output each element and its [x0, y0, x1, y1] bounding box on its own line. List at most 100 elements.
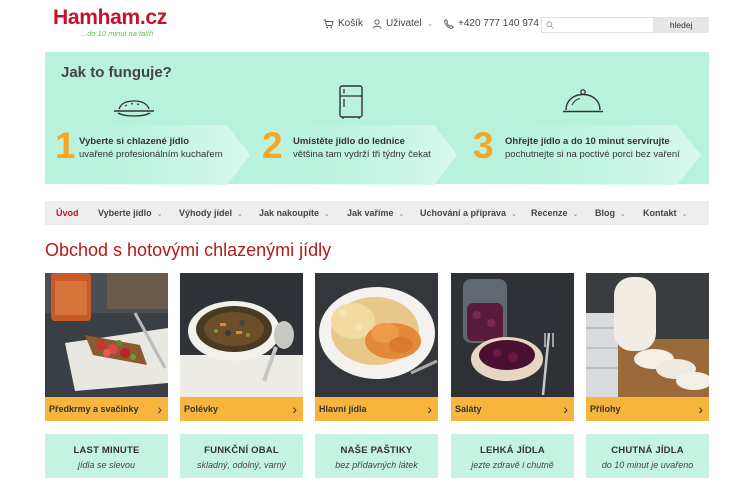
chevron-right-icon: › — [698, 401, 703, 417]
promo-subtitle: jezte zdravě i chutně — [471, 460, 554, 470]
promo-subtitle: skladný, odolný, varný — [196, 460, 287, 470]
logo-title: Hamham.cz — [53, 6, 168, 29]
chevron-down-icon: ⌄ — [156, 211, 163, 218]
logo-subtitle: ...do 10 minut na talíři — [81, 29, 154, 38]
nav-item-label: Vyberte jídlo — [98, 208, 152, 218]
nav-item-vyhody-jidel[interactable]: Výhody jídel ⌄ — [179, 208, 243, 218]
nav-item-vyberte-jidlo[interactable]: Vyberte jídlo ⌄ — [98, 208, 163, 218]
category-bar: Saláty › — [451, 397, 574, 421]
promo-title: CHUTNÁ JÍDLA — [611, 445, 684, 456]
promo-subtitle: bez přídavných látek — [335, 460, 418, 470]
plate-icon — [114, 100, 154, 117]
phone-link[interactable]: +420 777 140 974 — [444, 18, 539, 29]
category-label: Polévky — [184, 404, 219, 414]
promo-chutna-jidla[interactable]: CHUTNÁ JÍDLA do 10 minut je uvařeno — [586, 434, 709, 478]
nav-item-blog[interactable]: Blog ⌄ — [595, 208, 626, 218]
category-photo — [180, 273, 303, 397]
search-input[interactable] — [542, 21, 652, 35]
nav-item-uvod[interactable]: Úvod — [56, 208, 79, 218]
nav-item-label: Kontakt — [643, 208, 677, 218]
category-label: Hlavní jídla — [319, 404, 367, 414]
search-button[interactable]: hledej — [653, 17, 709, 33]
category-bar: Přílohy › — [586, 397, 709, 421]
step-number: 2 — [262, 125, 283, 166]
promo-title: NAŠE PAŠTIKY — [340, 445, 413, 456]
chevron-right-icon: › — [292, 401, 297, 417]
nav-item-jak-varime[interactable]: Jak vaříme ⌄ — [347, 208, 404, 218]
category-label: Předkrmy a svačinky — [49, 404, 139, 414]
promo-funkcni-obal[interactable]: FUNKČNÍ OBAL skladný, odolný, varný — [180, 434, 303, 478]
nav-item-recenze[interactable]: Recenze ⌄ — [531, 208, 578, 218]
chevron-down-icon: ⌄ — [572, 211, 579, 218]
how-it-works-banner: Jak to funguje? 1 Vyberte si chlazené jí… — [45, 52, 709, 185]
nav-item-uchovani-a-priprava[interactable]: Uchování a příprava ⌄ — [420, 208, 517, 218]
promo-nase-pastiky[interactable]: NAŠE PAŠTIKY bez přídavných látek — [315, 434, 438, 478]
nav-item-label: Jak nakoupíte — [259, 208, 320, 218]
cart-link[interactable]: Košík — [323, 18, 363, 29]
category-photo — [451, 273, 574, 397]
category-label: Saláty — [455, 404, 482, 414]
phone-number: +420 777 140 974 — [458, 18, 539, 29]
phone-icon — [444, 18, 454, 29]
chevron-down-icon: ⌄ — [237, 211, 243, 218]
search-bar: hledej — [541, 17, 709, 35]
user-label: Uživatel — [386, 18, 422, 29]
promo-last-minute[interactable]: LAST MINUTE jídla se slevou — [45, 434, 168, 478]
nav-item-kontakt[interactable]: Kontakt ⌄ — [643, 208, 687, 218]
fridge-icon — [339, 85, 363, 119]
category-label: Přílohy — [590, 404, 621, 414]
cloche-icon — [563, 89, 603, 113]
promo-subtitle: jídla se slevou — [77, 460, 136, 470]
promo-title: LEHKÁ JÍDLA — [479, 445, 545, 456]
nav-item-jak-nakoupite[interactable]: Jak nakoupíte ⌄ — [259, 208, 330, 218]
nav-item-label: Výhody jídel — [179, 208, 233, 218]
chevron-right-icon: › — [563, 401, 568, 417]
nav-item-label: Recenze — [531, 208, 568, 218]
chevron-down-icon: ⌄ — [620, 211, 626, 218]
logo[interactable]: Hamham.cz ...do 10 minut na talíři — [53, 6, 168, 38]
category-photo — [586, 273, 709, 397]
chevron-down-icon: ⌄ — [426, 19, 434, 28]
category-card-salaty[interactable]: Saláty › — [451, 273, 574, 421]
search-field-wrap — [541, 17, 654, 35]
category-card-polevky[interactable]: Polévky › — [180, 273, 303, 421]
category-card-hlavni-jidla[interactable]: Hlavní jídla › — [315, 273, 438, 421]
promo-title: FUNKČNÍ OBAL — [204, 445, 279, 456]
step-title: Ohřejte jídlo a do 10 minut servírujte — [505, 136, 670, 147]
user-icon — [372, 18, 382, 29]
cart-label: Košík — [338, 18, 364, 29]
category-photo — [45, 273, 168, 397]
promo-subtitle: do 10 minut je uvařeno — [601, 460, 694, 470]
category-photo — [315, 273, 438, 397]
nav-item-label: Jak vaříme — [347, 208, 394, 218]
chevron-down-icon: ⌄ — [511, 211, 517, 218]
step-title: Umístěte jídlo do lednice — [293, 136, 405, 147]
chevron-down-icon: ⌄ — [681, 211, 688, 218]
category-card-predkrmy[interactable]: Předkrmy a svačinky › — [45, 273, 168, 421]
category-card-prilohy[interactable]: Přílohy › — [586, 273, 709, 421]
chevron-down-icon: ⌄ — [324, 211, 330, 218]
category-bar: Hlavní jídla › — [315, 397, 438, 421]
promo-lehka-jidla[interactable]: LEHKÁ JÍDLA jezte zdravě i chutně — [451, 434, 574, 478]
cart-icon — [323, 19, 334, 28]
how-it-works-title: Jak to funguje? — [61, 64, 172, 81]
user-menu[interactable]: Uživatel ⌄ — [372, 18, 433, 29]
step-desc: pochutnejte si na poctivé porci bez vaře… — [505, 149, 680, 160]
nav-item-label: Blog — [595, 208, 615, 218]
shop-title: Obchod s hotovými chlazenými jídly — [45, 240, 332, 260]
step-title: Vyberte si chlazené jídlo — [79, 136, 189, 147]
step-desc: většina tam vydrží tři týdny čekat — [293, 149, 431, 160]
chevron-down-icon: ⌄ — [398, 211, 405, 218]
step-number: 1 — [55, 125, 76, 166]
search-icon — [546, 21, 554, 29]
main-navigation: Úvod Vyberte jídlo ⌄ Výhody jídel ⌄ Jak na… — [45, 201, 709, 225]
promo-title: LAST MINUTE — [73, 445, 140, 456]
chevron-right-icon: › — [427, 401, 432, 417]
step-desc: uvařené profesionálním kuchařem — [79, 149, 223, 160]
chevron-right-icon: › — [157, 401, 162, 417]
category-bar: Polévky › — [180, 397, 303, 421]
nav-item-label: Uchování a příprava — [420, 208, 507, 218]
nav-item-label: Úvod — [56, 208, 79, 218]
step-number: 3 — [473, 125, 494, 166]
category-bar: Předkrmy a svačinky › — [45, 397, 168, 421]
